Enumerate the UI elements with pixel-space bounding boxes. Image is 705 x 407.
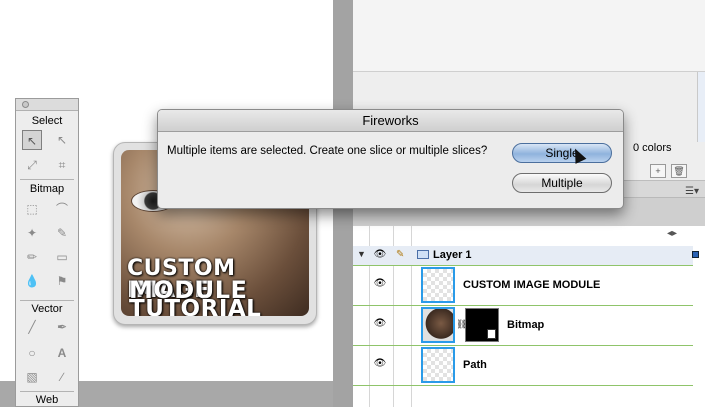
blur-tool-icon[interactable]: 💧 bbox=[22, 271, 42, 291]
tools-divider bbox=[20, 179, 74, 180]
layers-list: ◂▸ ▼ 👁 ✎ Layer 1 👁 CUSTOM IMAGE MODULE 👁… bbox=[353, 226, 705, 407]
tools-section-bitmap: Bitmap bbox=[29, 183, 65, 195]
object-label: CUSTOM IMAGE MODULE bbox=[463, 279, 601, 291]
layer-name: Layer 1 bbox=[433, 249, 472, 261]
brush-tool-icon[interactable]: ✎ bbox=[52, 223, 72, 243]
dialog-message: Multiple items are selected. Create one … bbox=[167, 145, 488, 157]
pointer-tool-icon[interactable]: ↖ bbox=[22, 130, 42, 150]
single-button[interactable]: Single bbox=[512, 143, 612, 163]
mask-thumbnail[interactable] bbox=[465, 308, 499, 342]
tools-section-vector: Vector bbox=[31, 303, 63, 315]
close-dot-icon[interactable] bbox=[22, 101, 29, 108]
layer-folder-icon bbox=[417, 250, 429, 259]
scale-tool-icon[interactable]: ⤢ bbox=[22, 155, 42, 175]
tools-section-select: Select bbox=[31, 115, 63, 127]
visibility-eye-icon[interactable]: 👁 bbox=[371, 318, 389, 329]
panel-top-area bbox=[353, 0, 705, 72]
expand-triangle-icon[interactable]: ▼ bbox=[357, 249, 366, 259]
object-label: Bitmap bbox=[507, 319, 545, 331]
freeform-tool-icon[interactable]: ▧ bbox=[22, 367, 42, 387]
object-row-bitmap[interactable]: 👁 ⛓ Bitmap bbox=[353, 306, 693, 346]
artwork-text-line-3: TUTORIAL bbox=[129, 296, 262, 317]
line-tool-icon[interactable]: ╱ bbox=[22, 317, 42, 337]
panel-options-icon[interactable]: ☰▾ bbox=[685, 186, 699, 197]
object-thumbnail bbox=[421, 267, 455, 303]
text-tool-icon[interactable]: A bbox=[52, 343, 72, 363]
magic-wand-tool-icon[interactable]: ✦ bbox=[22, 223, 42, 243]
knife-tool-icon[interactable]: ∕ bbox=[52, 367, 72, 387]
bitmap-thumbnail bbox=[421, 307, 455, 343]
object-row-path[interactable]: 👁 Path bbox=[353, 346, 693, 386]
lasso-tool-icon[interactable]: ⌒ bbox=[52, 199, 72, 219]
edit-pencil-icon[interactable]: ✎ bbox=[396, 249, 404, 260]
tools-panel: Select ↖ ↖ ⤢ ⌗ Bitmap ⬚ ⌒ ✦ ✎ ✏ ▭ 💧 ⚑ Ve… bbox=[15, 98, 79, 407]
object-row-custom-image-module[interactable]: 👁 CUSTOM IMAGE MODULE bbox=[353, 266, 693, 306]
color-count: 0 colors bbox=[633, 142, 672, 154]
visibility-eye-icon[interactable]: 👁 bbox=[371, 278, 389, 289]
object-thumbnail bbox=[421, 347, 455, 383]
layer-color-marker bbox=[692, 251, 699, 258]
multiple-button[interactable]: Multiple bbox=[512, 173, 612, 193]
eraser-tool-icon[interactable]: ▭ bbox=[52, 247, 72, 267]
dialog-title[interactable]: Fireworks bbox=[158, 110, 623, 132]
visibility-eye-icon[interactable]: 👁 bbox=[371, 358, 389, 369]
visibility-eye-icon[interactable]: 👁 bbox=[371, 249, 389, 260]
crop-tool-icon[interactable]: ⌗ bbox=[52, 155, 72, 175]
mask-marker-icon bbox=[487, 329, 496, 339]
ellipse-tool-icon[interactable]: ○ bbox=[22, 343, 42, 363]
trash-icon[interactable]: 🗑 bbox=[671, 164, 687, 178]
object-label: Path bbox=[463, 359, 487, 371]
tools-divider bbox=[20, 300, 74, 301]
marquee-tool-icon[interactable]: ⬚ bbox=[22, 199, 42, 219]
pencil-tool-icon[interactable]: ✏ bbox=[22, 247, 42, 267]
tools-section-web: Web bbox=[35, 394, 59, 406]
panel-scroll-edge bbox=[697, 72, 705, 142]
pen-tool-icon[interactable]: ✒ bbox=[52, 317, 72, 337]
expand-arrows-icon[interactable]: ◂▸ bbox=[667, 228, 677, 239]
tools-titlebar[interactable] bbox=[16, 99, 78, 111]
tools-divider bbox=[20, 391, 74, 392]
slice-dialog: Fireworks Multiple items are selected. C… bbox=[157, 109, 624, 209]
new-swatch-icon[interactable]: + bbox=[650, 164, 666, 178]
subselection-tool-icon[interactable]: ↖ bbox=[52, 130, 72, 150]
layer-row-layer-1[interactable]: ▼ 👁 ✎ Layer 1 bbox=[353, 246, 699, 266]
rubber-stamp-tool-icon[interactable]: ⚑ bbox=[52, 271, 72, 291]
